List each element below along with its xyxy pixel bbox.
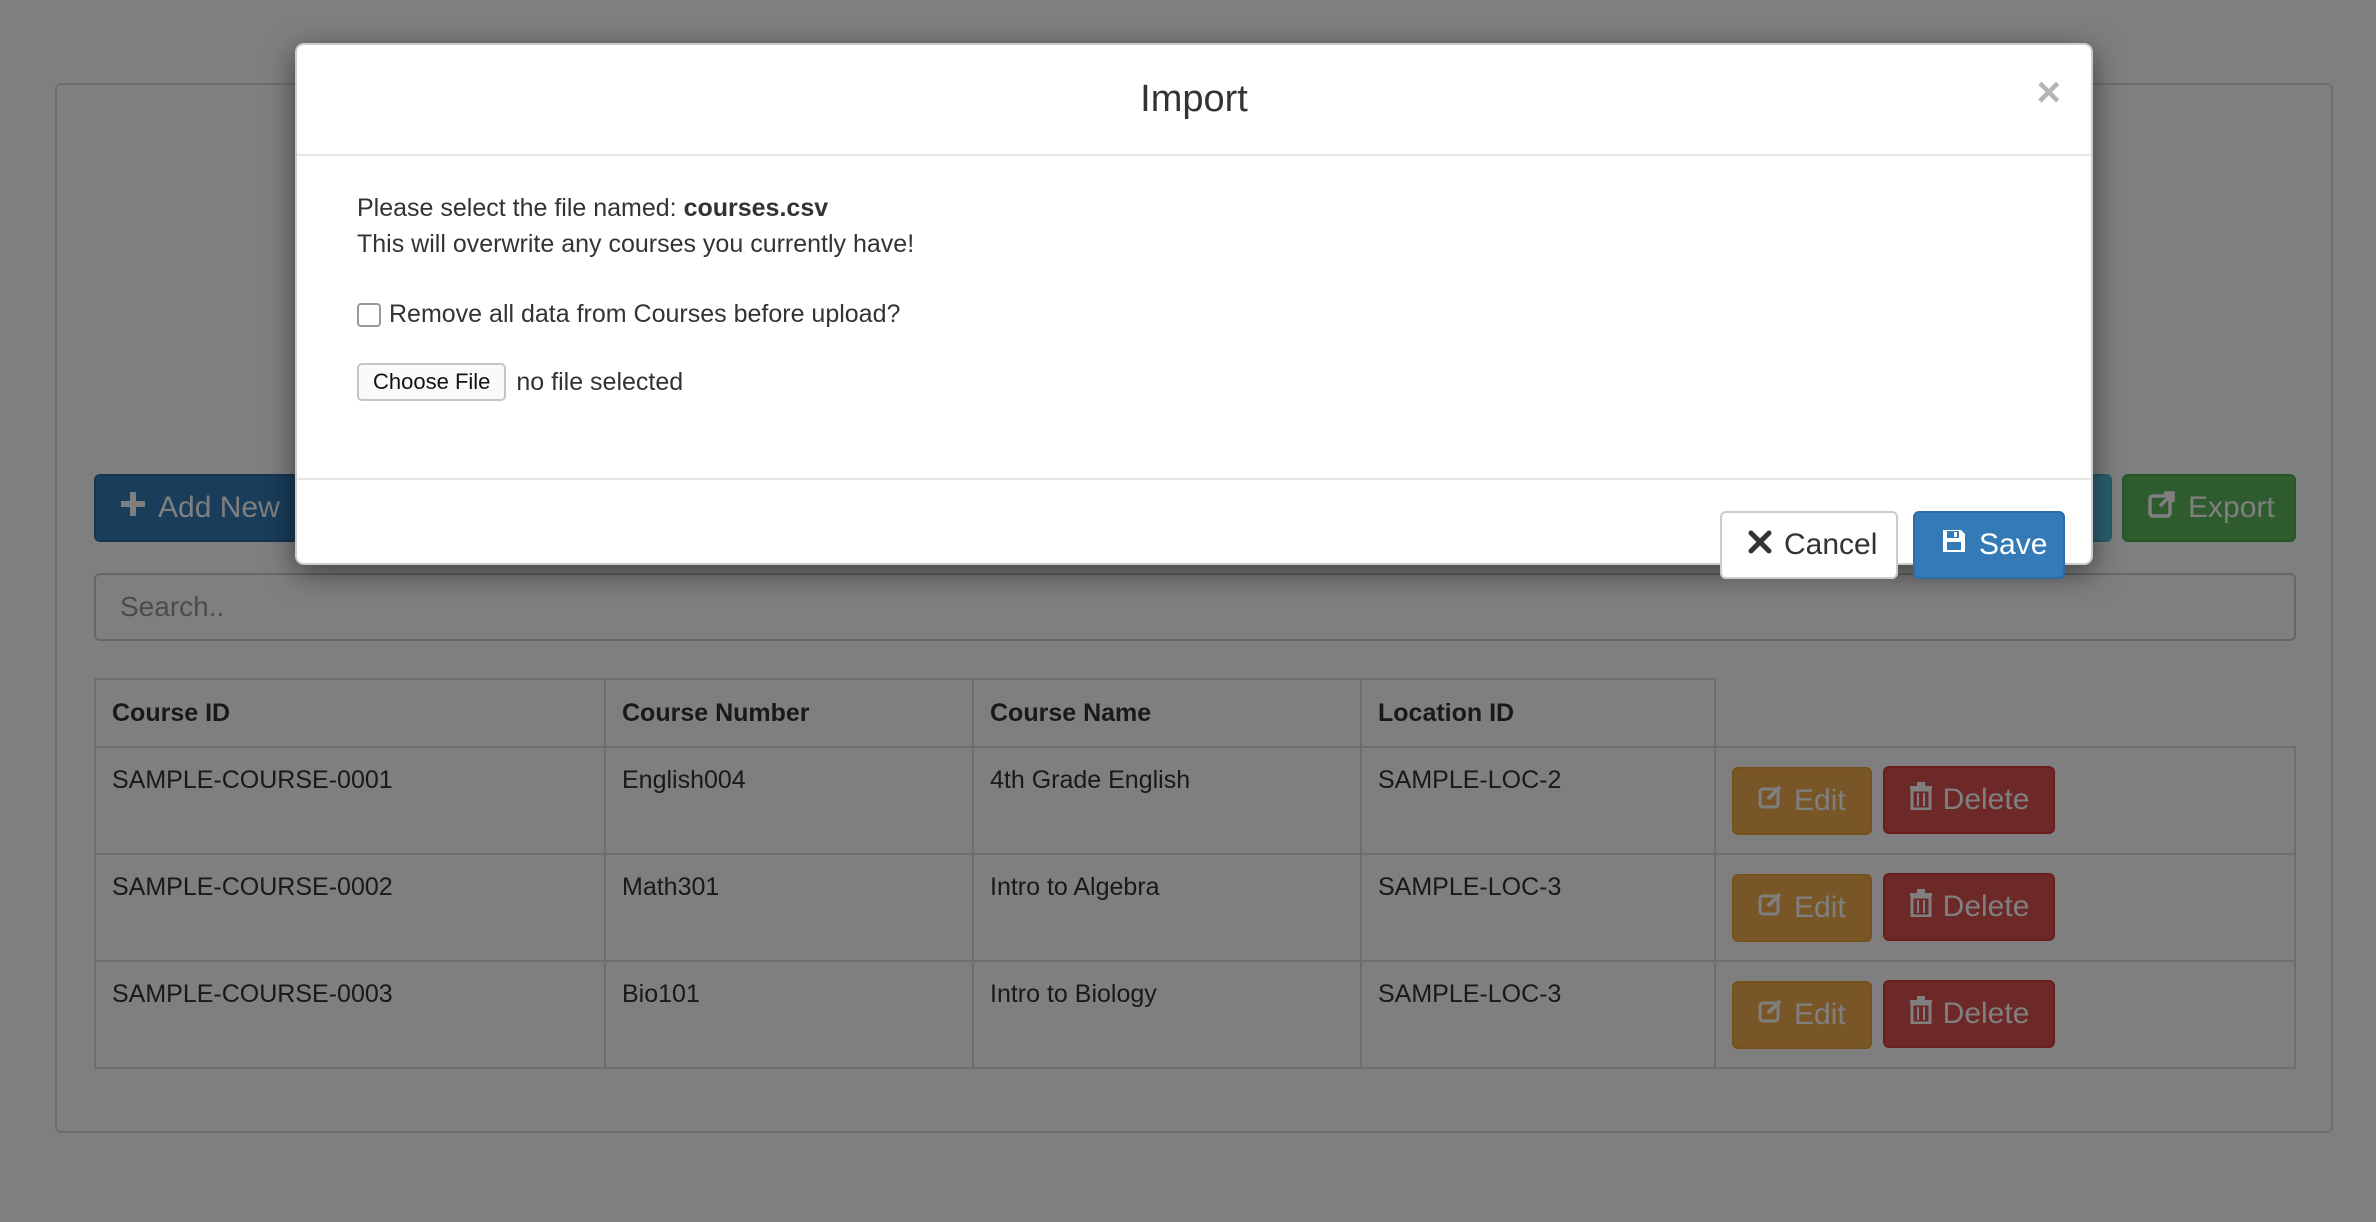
remove-data-row: Remove all data from Courses before uplo… [357, 300, 2031, 329]
save-button[interactable]: Save [1913, 511, 2065, 579]
remove-data-checkbox[interactable] [357, 302, 381, 327]
modal-header: Import × [297, 45, 2091, 156]
import-modal: Import × Please select the file named: c… [295, 43, 2093, 579]
cancel-button[interactable]: Cancel [1720, 511, 1898, 579]
floppy-icon [1941, 528, 1967, 562]
modal-body: Please select the file named: courses.cs… [297, 156, 2091, 480]
file-status: no file selected [516, 367, 684, 396]
remove-data-label[interactable]: Remove all data from Courses before uplo… [389, 300, 900, 329]
close-icon[interactable]: × [2036, 71, 2061, 113]
file-picker: Choose File no file selected [357, 363, 2031, 401]
choose-file-button[interactable]: Choose File [357, 363, 507, 401]
instruction-prefix: Please select the file named: [357, 194, 684, 222]
modal-title: Import [1140, 78, 1248, 120]
modal-footer: Cancel Save [297, 480, 2091, 579]
overwrite-warning: This will overwrite any courses you curr… [357, 230, 915, 258]
cancel-label: Cancel [1784, 528, 1878, 561]
required-filename: courses.csv [683, 194, 829, 222]
x-icon [1748, 528, 1772, 562]
instruction-line: Please select the file named: courses.cs… [357, 190, 2031, 226]
save-label: Save [1979, 528, 2048, 561]
